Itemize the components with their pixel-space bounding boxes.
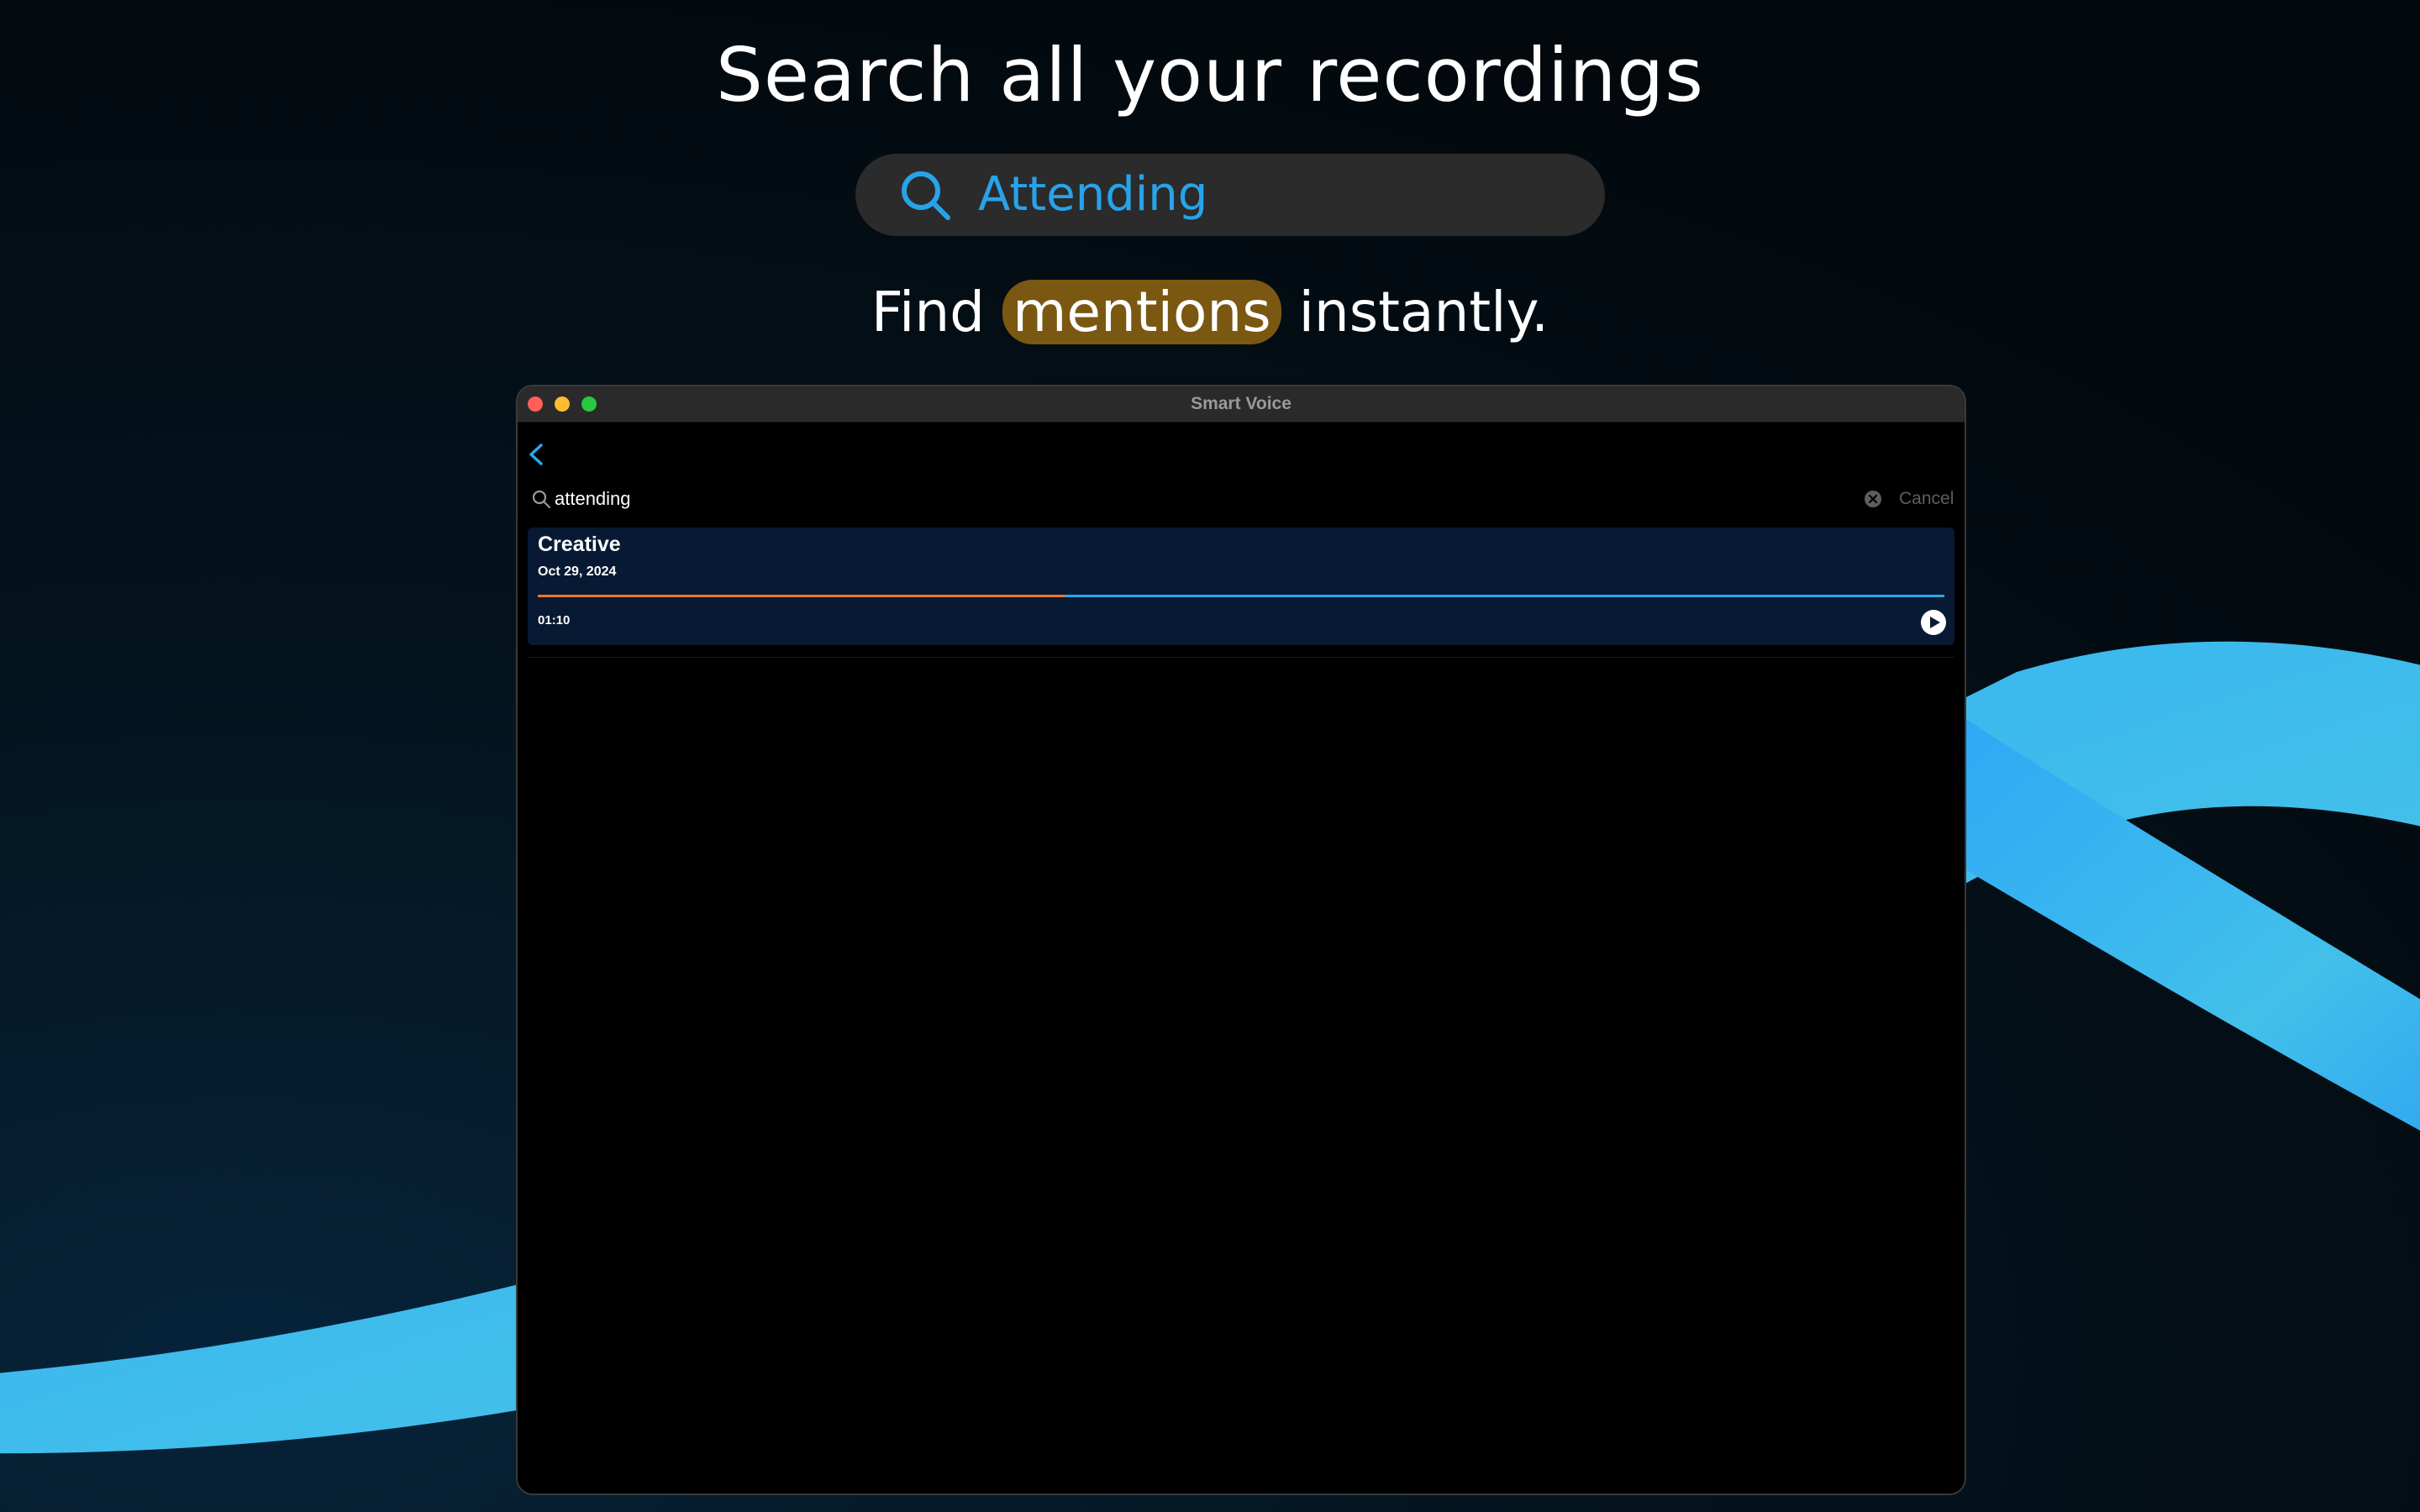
magnifier-icon: [532, 490, 551, 509]
search-icon: [902, 171, 950, 220]
window-title: Smart Voice: [1191, 394, 1292, 413]
recording-date: Oct 29, 2024: [538, 564, 617, 579]
list-divider: [528, 657, 1954, 658]
recording-title: Creative: [538, 533, 621, 556]
search-input[interactable]: [555, 484, 1815, 514]
promo-tagline: Find mentions instantly.: [0, 279, 2420, 346]
recording-result-card[interactable]: Creative Oct 29, 2024 01:10: [528, 528, 1954, 645]
playback-progress-fill: [538, 595, 1065, 597]
tagline-highlight: mentions: [1002, 280, 1281, 344]
promo-search-bar: Attending: [855, 154, 1605, 236]
search-bar: Cancel: [518, 482, 1965, 516]
playback-progress-bar[interactable]: [538, 595, 1944, 597]
recording-duration: 01:10: [538, 613, 571, 627]
promo-search-query: Attending: [978, 167, 1208, 222]
title-bar: Smart Voice: [518, 386, 1965, 423]
chevron-left-icon: [529, 444, 543, 465]
promo-headline: Search all your recordings: [716, 32, 1704, 118]
cancel-button[interactable]: Cancel: [1899, 482, 1954, 516]
tagline-start: Find: [871, 280, 986, 344]
app-window: Smart Voice Cancel Creative Oct 29, 2024…: [516, 385, 1966, 1495]
clear-search-button[interactable]: [1864, 490, 1882, 508]
play-button[interactable]: [1920, 609, 1947, 636]
back-button[interactable]: [526, 440, 546, 469]
tagline-end: instantly.: [1298, 280, 1549, 344]
